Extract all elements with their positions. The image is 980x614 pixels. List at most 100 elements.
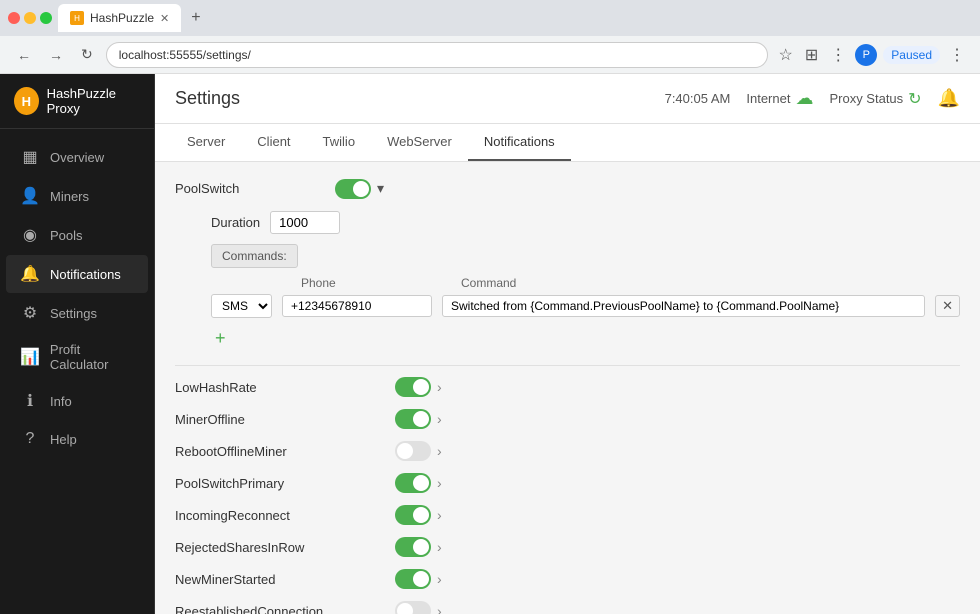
setting-label: RebootOfflineMiner	[175, 444, 395, 459]
tab-server[interactable]: Server	[171, 124, 241, 161]
pool-switch-toggle[interactable]	[335, 179, 371, 199]
settings-content: PoolSwitch ▾ Duration Commands:	[155, 162, 980, 614]
setting-toggle-lowhashrate[interactable]	[395, 377, 431, 397]
setting-toggle-incomingreconnect[interactable]	[395, 505, 431, 525]
pool-switch-knob	[353, 181, 369, 197]
notification-settings-list: LowHashRate › MinerOffline › RebootOffli…	[175, 372, 960, 614]
setting-expand-incomingreconnect[interactable]: ›	[431, 505, 448, 525]
profile-button[interactable]: P	[855, 44, 877, 66]
setting-expand-poolswitchprimary[interactable]: ›	[431, 473, 448, 493]
toggle-knob	[413, 411, 429, 427]
setting-toggle-rebootofflineminer[interactable]	[395, 441, 431, 461]
sidebar: H HashPuzzle Proxy ▦ Overview 👤 Miners ◉…	[0, 74, 155, 614]
minimize-button[interactable]	[24, 12, 36, 24]
address-bar[interactable]: localhost:55555/settings/	[106, 42, 768, 68]
close-button[interactable]	[8, 12, 20, 24]
header-right: 7:40:05 AM Internet ☁ Proxy Status ↻ 🔔	[665, 88, 960, 109]
pools-icon: ◉	[20, 225, 40, 245]
notifications-panel: PoolSwitch ▾ Duration Commands:	[155, 162, 980, 614]
sidebar-label-help: Help	[50, 432, 77, 447]
setting-label: LowHashRate	[175, 380, 395, 395]
setting-expand-rejectedsharesinrow[interactable]: ›	[431, 537, 448, 557]
notifications-icon: 🔔	[20, 264, 40, 284]
sidebar-item-info[interactable]: ℹ Info	[6, 382, 148, 420]
remove-row-button[interactable]: ✕	[935, 295, 960, 317]
setting-item: ReestablishedConnection ›	[175, 596, 960, 614]
toggle-knob	[413, 379, 429, 395]
setting-item: LowHashRate ›	[175, 372, 960, 402]
help-icon: ?	[20, 430, 40, 448]
logo-text: HashPuzzle Proxy	[47, 86, 140, 116]
toggle-knob	[397, 603, 413, 614]
toggle-knob	[413, 539, 429, 555]
pool-switch-expand-button[interactable]: ▾	[371, 178, 390, 199]
commands-button[interactable]: Commands:	[211, 244, 298, 268]
setting-expand-reestablishedconnection[interactable]: ›	[431, 601, 448, 614]
more-icon[interactable]: ⋮	[827, 42, 849, 68]
chrome-menu-icon[interactable]: ⋮	[946, 42, 968, 68]
setting-toggle-reestablishedconnection[interactable]	[395, 601, 431, 614]
setting-expand-mineroffline[interactable]: ›	[431, 409, 448, 429]
bookmark-icon[interactable]: ☆	[776, 42, 796, 68]
proxy-status: Proxy Status ↻	[829, 89, 921, 109]
tab-webserver[interactable]: WebServer	[371, 124, 468, 161]
setting-toggle-mineroffline[interactable]	[395, 409, 431, 429]
tab-bar: H HashPuzzle ✕ +	[58, 0, 207, 36]
table-row: SMS ✕	[211, 294, 960, 318]
browser-nav-icons: ☆ ⊞ ⋮ P Paused ⋮	[776, 42, 968, 68]
pool-switch-label: PoolSwitch	[175, 181, 335, 196]
sidebar-item-miners[interactable]: 👤 Miners	[6, 177, 148, 215]
setting-expand-lowhashrate[interactable]: ›	[431, 377, 448, 397]
maximize-button[interactable]	[40, 12, 52, 24]
tab-client[interactable]: Client	[241, 124, 306, 161]
sidebar-item-notifications[interactable]: 🔔 Notifications	[6, 255, 148, 293]
command-input[interactable]	[442, 295, 925, 317]
setting-expand-newminerstarted[interactable]: ›	[431, 569, 448, 589]
page-header: Settings 7:40:05 AM Internet ☁ Proxy Sta…	[155, 74, 980, 124]
logo-icon: H	[14, 87, 39, 115]
tab-close-icon[interactable]: ✕	[160, 12, 169, 25]
table-header: Phone Command	[211, 276, 960, 290]
setting-toggle-newminerstarted[interactable]	[395, 569, 431, 589]
setting-label: MinerOffline	[175, 412, 395, 427]
browser-chrome: H HashPuzzle ✕ + ← → ↻ localhost:55555/s…	[0, 0, 980, 74]
sidebar-label-notifications: Notifications	[50, 267, 121, 282]
sidebar-item-profit-calculator[interactable]: 📊 Profit Calculator	[6, 333, 148, 381]
toggle-knob	[413, 507, 429, 523]
pool-switch-row: PoolSwitch ▾	[175, 178, 960, 199]
setting-item: IncomingReconnect ›	[175, 500, 960, 530]
setting-toggle-rejectedsharesinrow[interactable]	[395, 537, 431, 557]
sidebar-item-settings[interactable]: ⚙ Settings	[6, 294, 148, 332]
setting-toggle-poolswitchprimary[interactable]	[395, 473, 431, 493]
pool-switch-expand-area: Duration Commands: Phone Command	[211, 211, 960, 353]
sidebar-navigation: ▦ Overview 👤 Miners ◉ Pools 🔔 Notificati…	[0, 129, 154, 614]
duration-input[interactable]	[270, 211, 340, 234]
back-button[interactable]: ←	[12, 44, 36, 66]
setting-expand-rebootofflineminer[interactable]: ›	[431, 441, 448, 461]
sms-type-select[interactable]: SMS	[211, 294, 272, 318]
alert-bell-icon[interactable]: 🔔	[938, 88, 960, 109]
overview-icon: ▦	[20, 147, 40, 167]
toggle-knob	[413, 475, 429, 491]
sidebar-item-pools[interactable]: ◉ Pools	[6, 216, 148, 254]
toggle-knob	[397, 443, 413, 459]
phone-header: Phone	[301, 276, 451, 290]
proxy-status-label: Proxy Status	[829, 91, 903, 106]
setting-label: PoolSwitchPrimary	[175, 476, 395, 491]
tab-twilio[interactable]: Twilio	[307, 124, 372, 161]
add-row-button[interactable]: +	[211, 324, 230, 353]
phone-input[interactable]	[282, 295, 432, 317]
cloud-icon: ☁	[795, 88, 813, 109]
internet-status: Internet ☁	[746, 88, 813, 109]
profile-label: Paused	[883, 46, 940, 64]
extensions-icon[interactable]: ⊞	[802, 42, 821, 68]
forward-button[interactable]: →	[44, 44, 68, 66]
tab-notifications[interactable]: Notifications	[468, 124, 571, 161]
browser-tab[interactable]: H HashPuzzle ✕	[58, 4, 181, 32]
tab-favicon: H	[70, 11, 84, 25]
sidebar-item-overview[interactable]: ▦ Overview	[6, 138, 148, 176]
new-tab-button[interactable]: +	[185, 7, 206, 29]
reload-button[interactable]: ↻	[76, 43, 98, 66]
sidebar-item-help[interactable]: ? Help	[6, 421, 148, 457]
setting-label: RejectedSharesInRow	[175, 540, 395, 555]
